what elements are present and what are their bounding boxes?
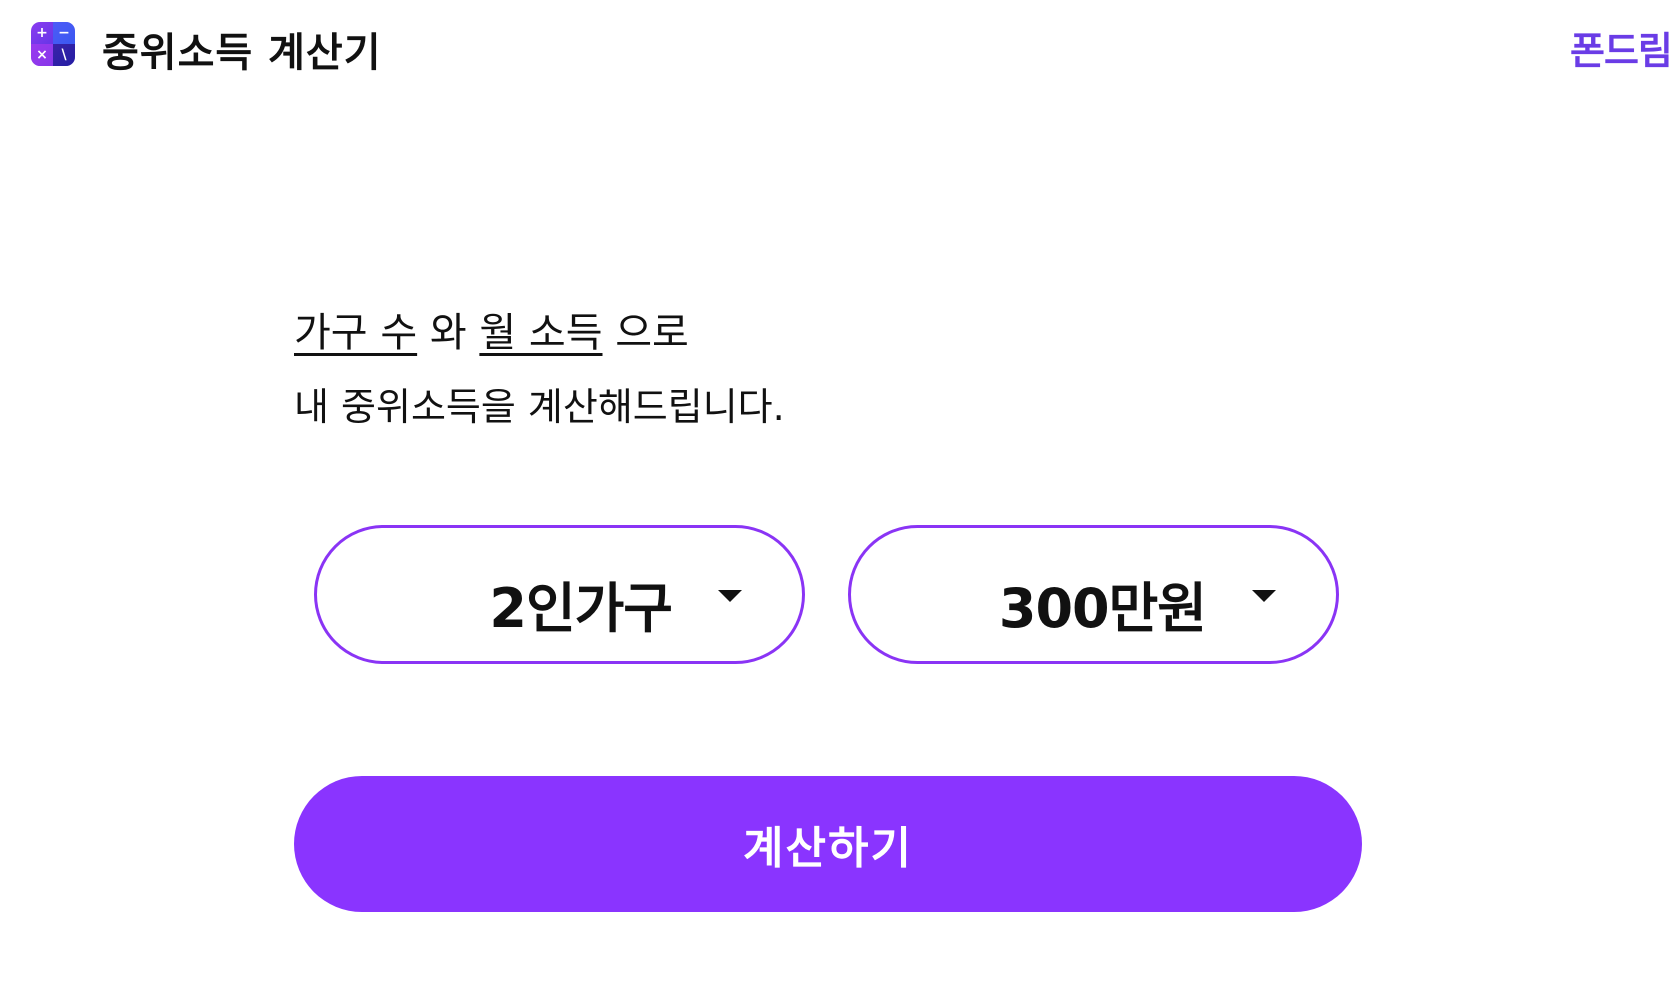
calculate-button[interactable]: 계산하기 bbox=[294, 776, 1362, 912]
divide-icon: \ bbox=[53, 44, 75, 66]
dropdown-arrow-icon bbox=[1252, 590, 1276, 602]
multiply-icon: × bbox=[31, 44, 53, 66]
page-title: 중위소득 계산기 bbox=[102, 30, 382, 76]
intro-line-1: 가구 수 와 월 소득 으로 bbox=[294, 300, 785, 360]
calculator-icon: + − × \ bbox=[31, 22, 75, 66]
dropdown-arrow-icon bbox=[718, 590, 742, 602]
particle-text: 으로 bbox=[615, 310, 689, 356]
intro-line-2: 내 중위소득을 계산해드립니다. bbox=[294, 385, 785, 429]
header: + − × \ 중위소득 계산기 폰드림 bbox=[0, 0, 1680, 100]
monthly-income-label: 월 소득 bbox=[479, 310, 603, 356]
monthly-income-value: 300만원 bbox=[998, 577, 1207, 640]
plus-icon: + bbox=[36, 25, 48, 41]
household-size-value: 2인가구 bbox=[489, 577, 673, 640]
intro-text: 가구 수 와 월 소득 으로 내 중위소득을 계산해드립니다. bbox=[294, 300, 785, 431]
household-size-select[interactable]: 2인가구 bbox=[314, 525, 805, 664]
monthly-income-select[interactable]: 300만원 bbox=[848, 525, 1339, 664]
minus-icon: − bbox=[53, 22, 75, 44]
household-count-label: 가구 수 bbox=[294, 310, 418, 356]
conjunction-text: 와 bbox=[429, 310, 467, 356]
brand-logo[interactable]: 폰드림 bbox=[1570, 20, 1673, 75]
page: + − × \ 중위소득 계산기 폰드림 가구 수 와 월 소득 으로 내 중위… bbox=[0, 0, 1680, 996]
